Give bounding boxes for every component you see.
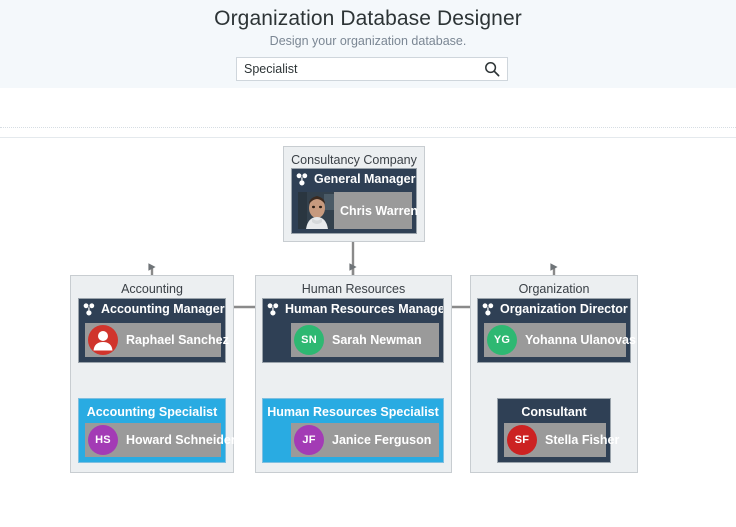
dotted-separator [0,127,736,129]
node-role-general-manager: General Manager [314,172,416,186]
node-human-resources-specialist[interactable]: Human Resources Specialist JF Janice Fer… [262,398,444,463]
person-row-consultant[interactable]: SF Stella Fisher [504,423,619,457]
page-title: Organization Database Designer [214,7,522,30]
person-row-accounting-manager[interactable]: Raphael Sanchez [85,323,229,357]
group-title-human-resources: Human Resources [301,282,406,296]
node-role-accounting-specialist: Accounting Specialist [86,405,218,419]
node-general-manager[interactable]: General Manager Chris Warren [291,168,418,234]
node-consultant[interactable]: Consultant SF Stella Fisher [497,398,619,463]
person-row-human-resources-specialist[interactable]: JF Janice Ferguson [291,423,439,457]
node-role-consultant: Consultant [521,405,587,419]
person-row-root[interactable]: Chris Warren [298,192,418,229]
person-name-yohanna-ulanovas: Yohanna Ulanovas [525,333,636,347]
node-role-human-resources-specialist: Human Resources Specialist [267,405,439,419]
person-row-organization-director[interactable]: YG Yohanna Ulanovas [484,323,636,357]
node-accounting-manager[interactable]: Accounting Manager Raphael Sanchez [78,298,229,363]
person-name-howard-schneider: Howard Schneider [126,433,236,447]
node-role-organization-director: Organization Director [500,302,628,316]
avatar-photo-chris-warren [298,192,334,229]
org-chart-canvas[interactable]: Consultancy Company General Manager Chri… [0,139,736,527]
group-title-accounting: Accounting [121,282,183,296]
person-name-sarah-newman: Sarah Newman [332,333,422,347]
toolbar-band [0,88,736,138]
search-input[interactable] [244,58,469,80]
search-box[interactable] [236,57,508,81]
person-row-accounting-specialist[interactable]: HS Howard Schneider [85,423,236,457]
avatar-initials-yohanna-ulanovas: YG [487,325,517,355]
node-role-human-resources-manager: Human Resources Manager [285,302,443,316]
avatar-initials-janice-ferguson: JF [294,425,324,455]
person-name-chris-warren: Chris Warren [340,204,419,218]
group-title-root: Consultancy Company [291,153,417,167]
node-accounting-specialist[interactable]: Accounting Specialist HS Howard Schneide… [78,398,236,463]
person-name-stella-fisher: Stella Fisher [545,433,620,447]
avatar-initials-howard-schneider: HS [88,425,118,455]
page-subtitle: Design your organization database. [269,34,467,48]
avatar-initials-stella-fisher: SF [507,425,537,455]
group-title-organization: Organization [518,282,590,296]
node-role-accounting-manager: Accounting Manager [101,302,225,316]
avatar-silhouette-raphael-sanchez [88,325,118,355]
avatar-initials-sarah-newman: SN [294,325,324,355]
person-name-raphael-sanchez: Raphael Sanchez [126,333,229,347]
person-row-human-resources-manager[interactable]: SN Sarah Newman [291,323,439,357]
person-name-janice-ferguson: Janice Ferguson [332,433,432,447]
node-human-resources-manager[interactable]: Human Resources Manager SN Sarah Newman [262,298,444,363]
search-icon[interactable] [484,61,500,77]
node-organization-director[interactable]: Organization Director YG Yohanna Ulanova… [477,298,636,363]
app-header: Organization Database Designer Design yo… [0,0,736,88]
